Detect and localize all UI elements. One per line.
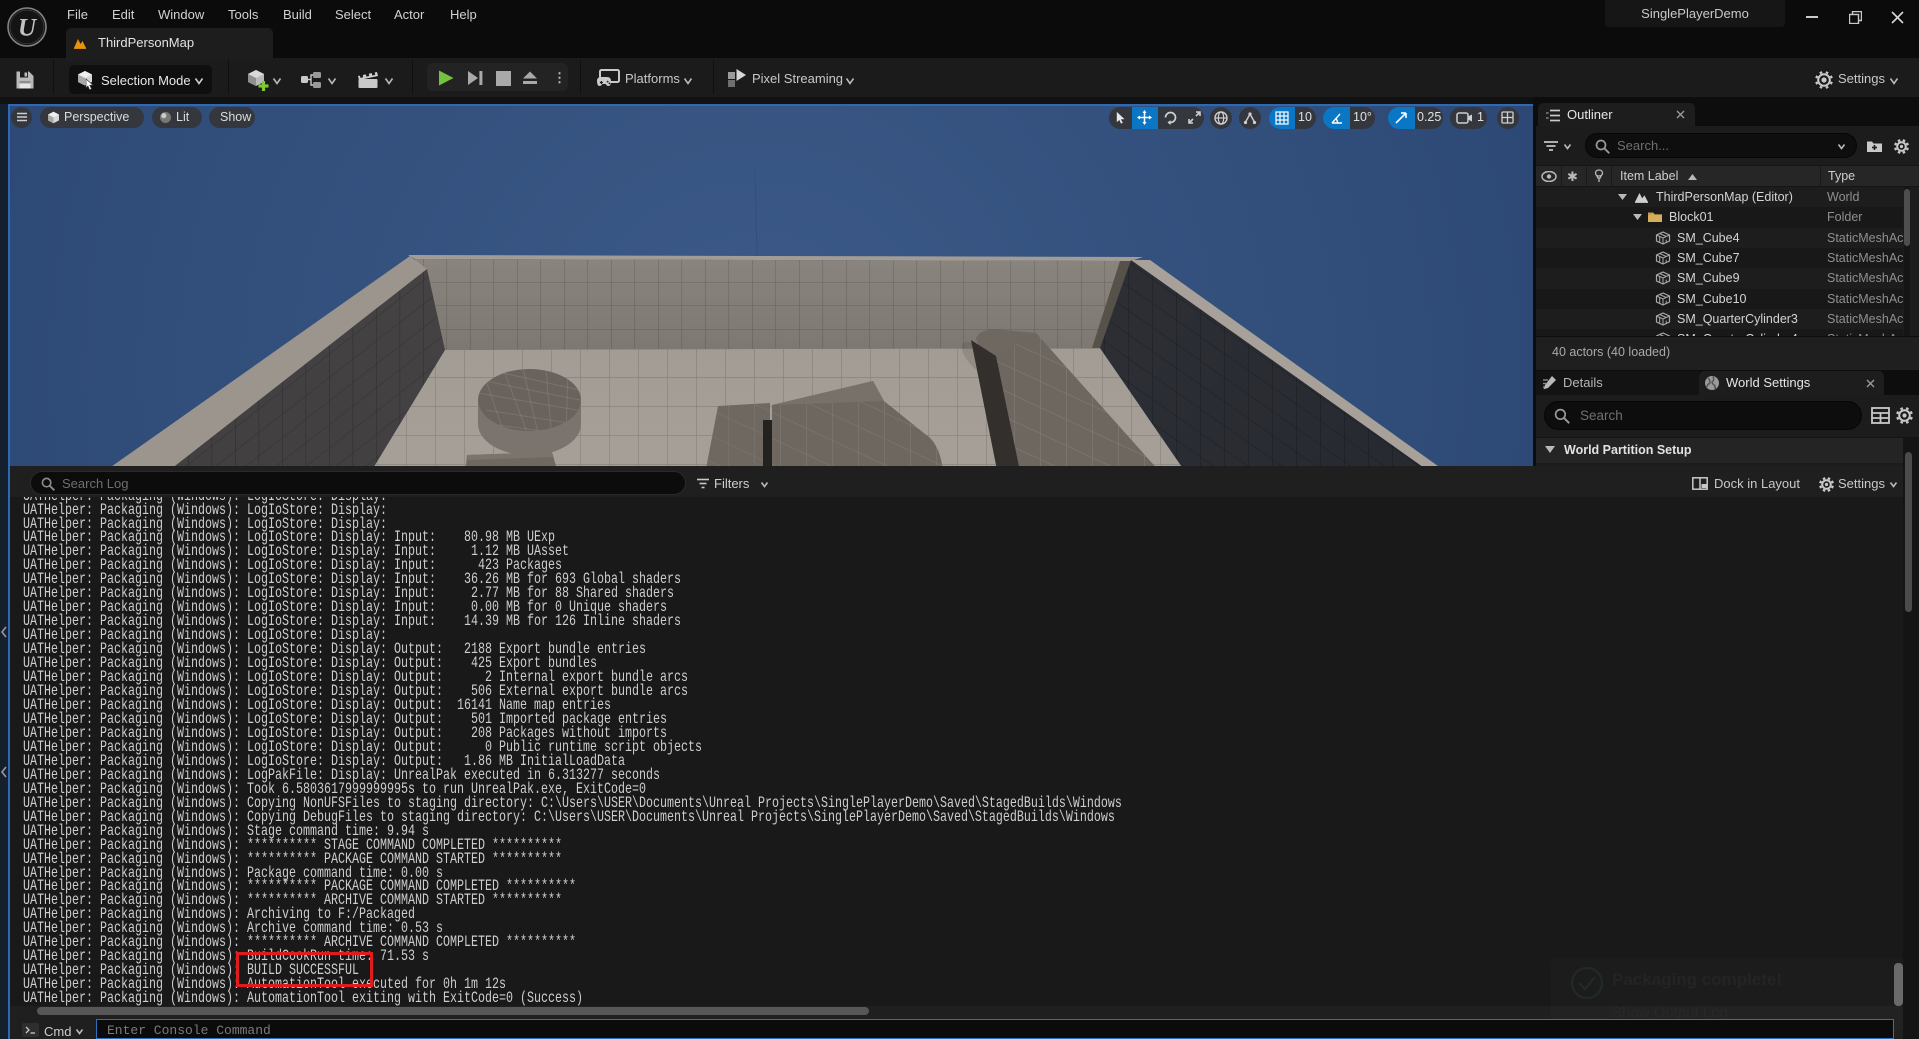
svg-text:U: U [18,15,38,42]
